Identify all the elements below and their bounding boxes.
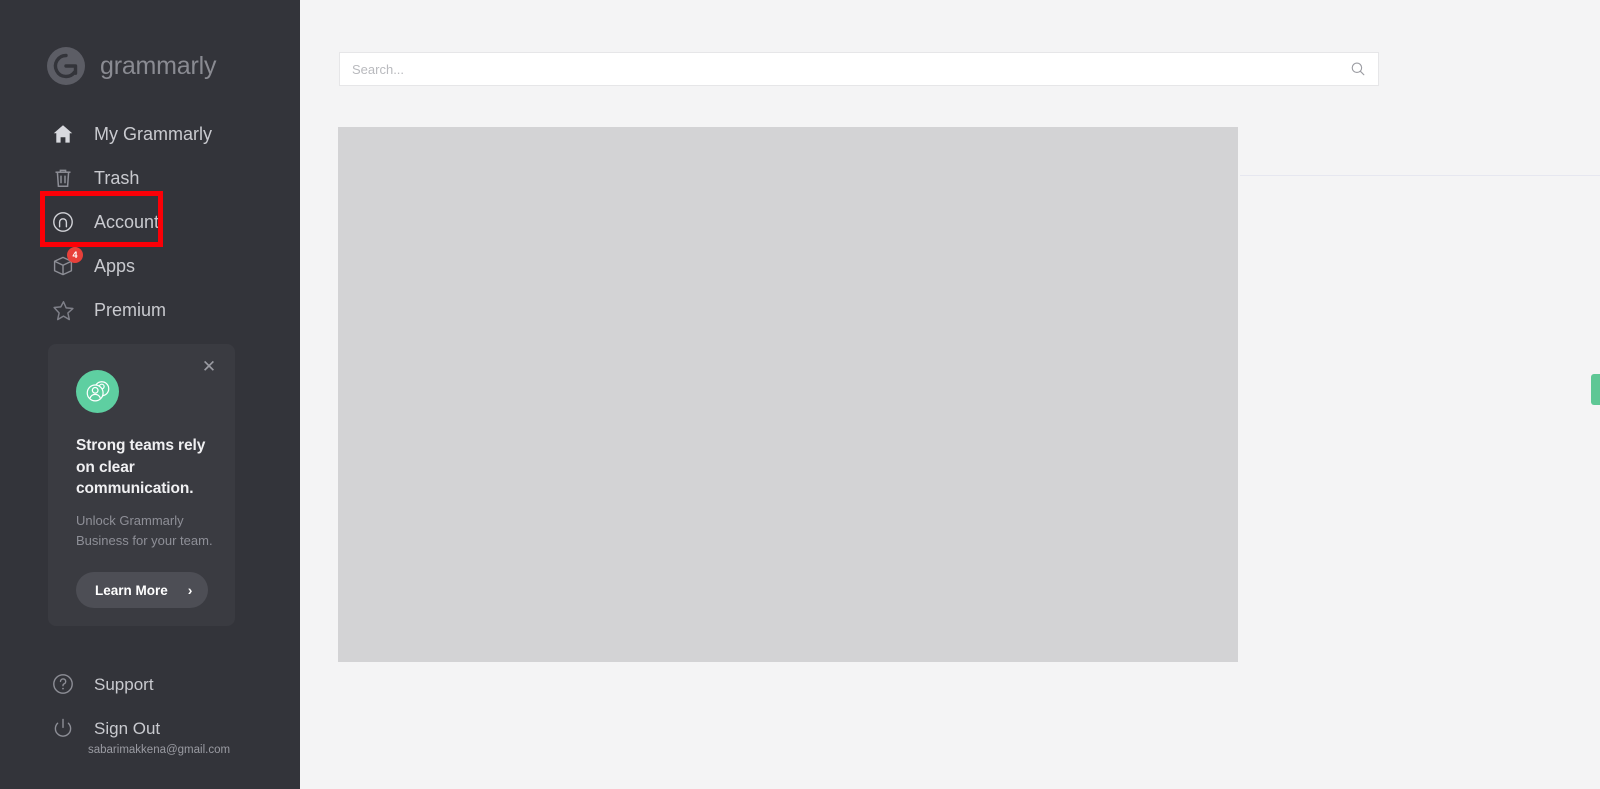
main-content (300, 0, 1600, 789)
sidebar-item-label: Account (94, 212, 160, 232)
sidebar-item-label: Trash (94, 168, 140, 188)
star-icon (50, 297, 76, 323)
sidebar: grammarly My Grammarly Trash Account 4 A… (0, 0, 300, 789)
grammarly-g-logo-icon (46, 46, 86, 86)
section-divider (1240, 175, 1600, 176)
power-icon (50, 715, 76, 741)
search-input[interactable] (352, 61, 1350, 77)
learn-more-button[interactable]: Learn More › (76, 572, 209, 608)
sidebar-item-label: Support (94, 674, 154, 694)
trash-icon (50, 165, 76, 191)
team-group-icon (76, 370, 119, 413)
box-icon: 4 (50, 247, 83, 279)
sidebar-footer: Support Sign Out sabarimakkena@gmail.com (0, 662, 300, 756)
home-icon (50, 121, 76, 147)
sidebar-item-premium[interactable]: Premium (0, 288, 300, 332)
sidebar-item-support[interactable]: Support (0, 662, 300, 706)
learn-more-label: Learn More (95, 582, 168, 598)
promo-subtitle: Unlock Grammarly Business for your team. (76, 513, 213, 549)
sidebar-item-label: Apps (94, 256, 136, 276)
account-email: sabarimakkena@gmail.com (88, 744, 231, 756)
question-circle-icon (50, 671, 76, 697)
account-circle-icon (50, 209, 76, 235)
promo-title: Strong teams rely on clear communication… (76, 437, 206, 498)
sidebar-item-account[interactable]: Account (0, 200, 300, 244)
sidebar-item-label: Premium (94, 300, 167, 320)
chevron-right-icon: › (187, 582, 193, 598)
sidebar-item-label: Sign Out (94, 718, 161, 738)
brand-wordmark: grammarly (100, 51, 217, 80)
search-bar[interactable] (339, 52, 1379, 86)
sidebar-item-trash[interactable]: Trash (0, 156, 300, 200)
app-root: grammarly My Grammarly Trash Account 4 A… (0, 0, 1600, 789)
document-list-placeholder (338, 127, 1238, 662)
brand-logo[interactable]: grammarly (46, 46, 216, 86)
sidebar-item-apps[interactable]: 4 Apps (0, 244, 300, 288)
promo-card: ✕ Strong teams rely on clear communicati… (48, 344, 235, 626)
feedback-tab-handle[interactable] (1591, 374, 1600, 405)
apps-count-badge: 4 (67, 247, 83, 263)
sidebar-item-label: My Grammarly (94, 124, 212, 144)
search-icon[interactable] (1350, 61, 1366, 77)
sidebar-nav: My Grammarly Trash Account 4 Apps Premiu… (0, 112, 300, 332)
close-icon[interactable]: ✕ (199, 357, 219, 377)
sidebar-item-my-grammarly[interactable]: My Grammarly (0, 112, 300, 156)
